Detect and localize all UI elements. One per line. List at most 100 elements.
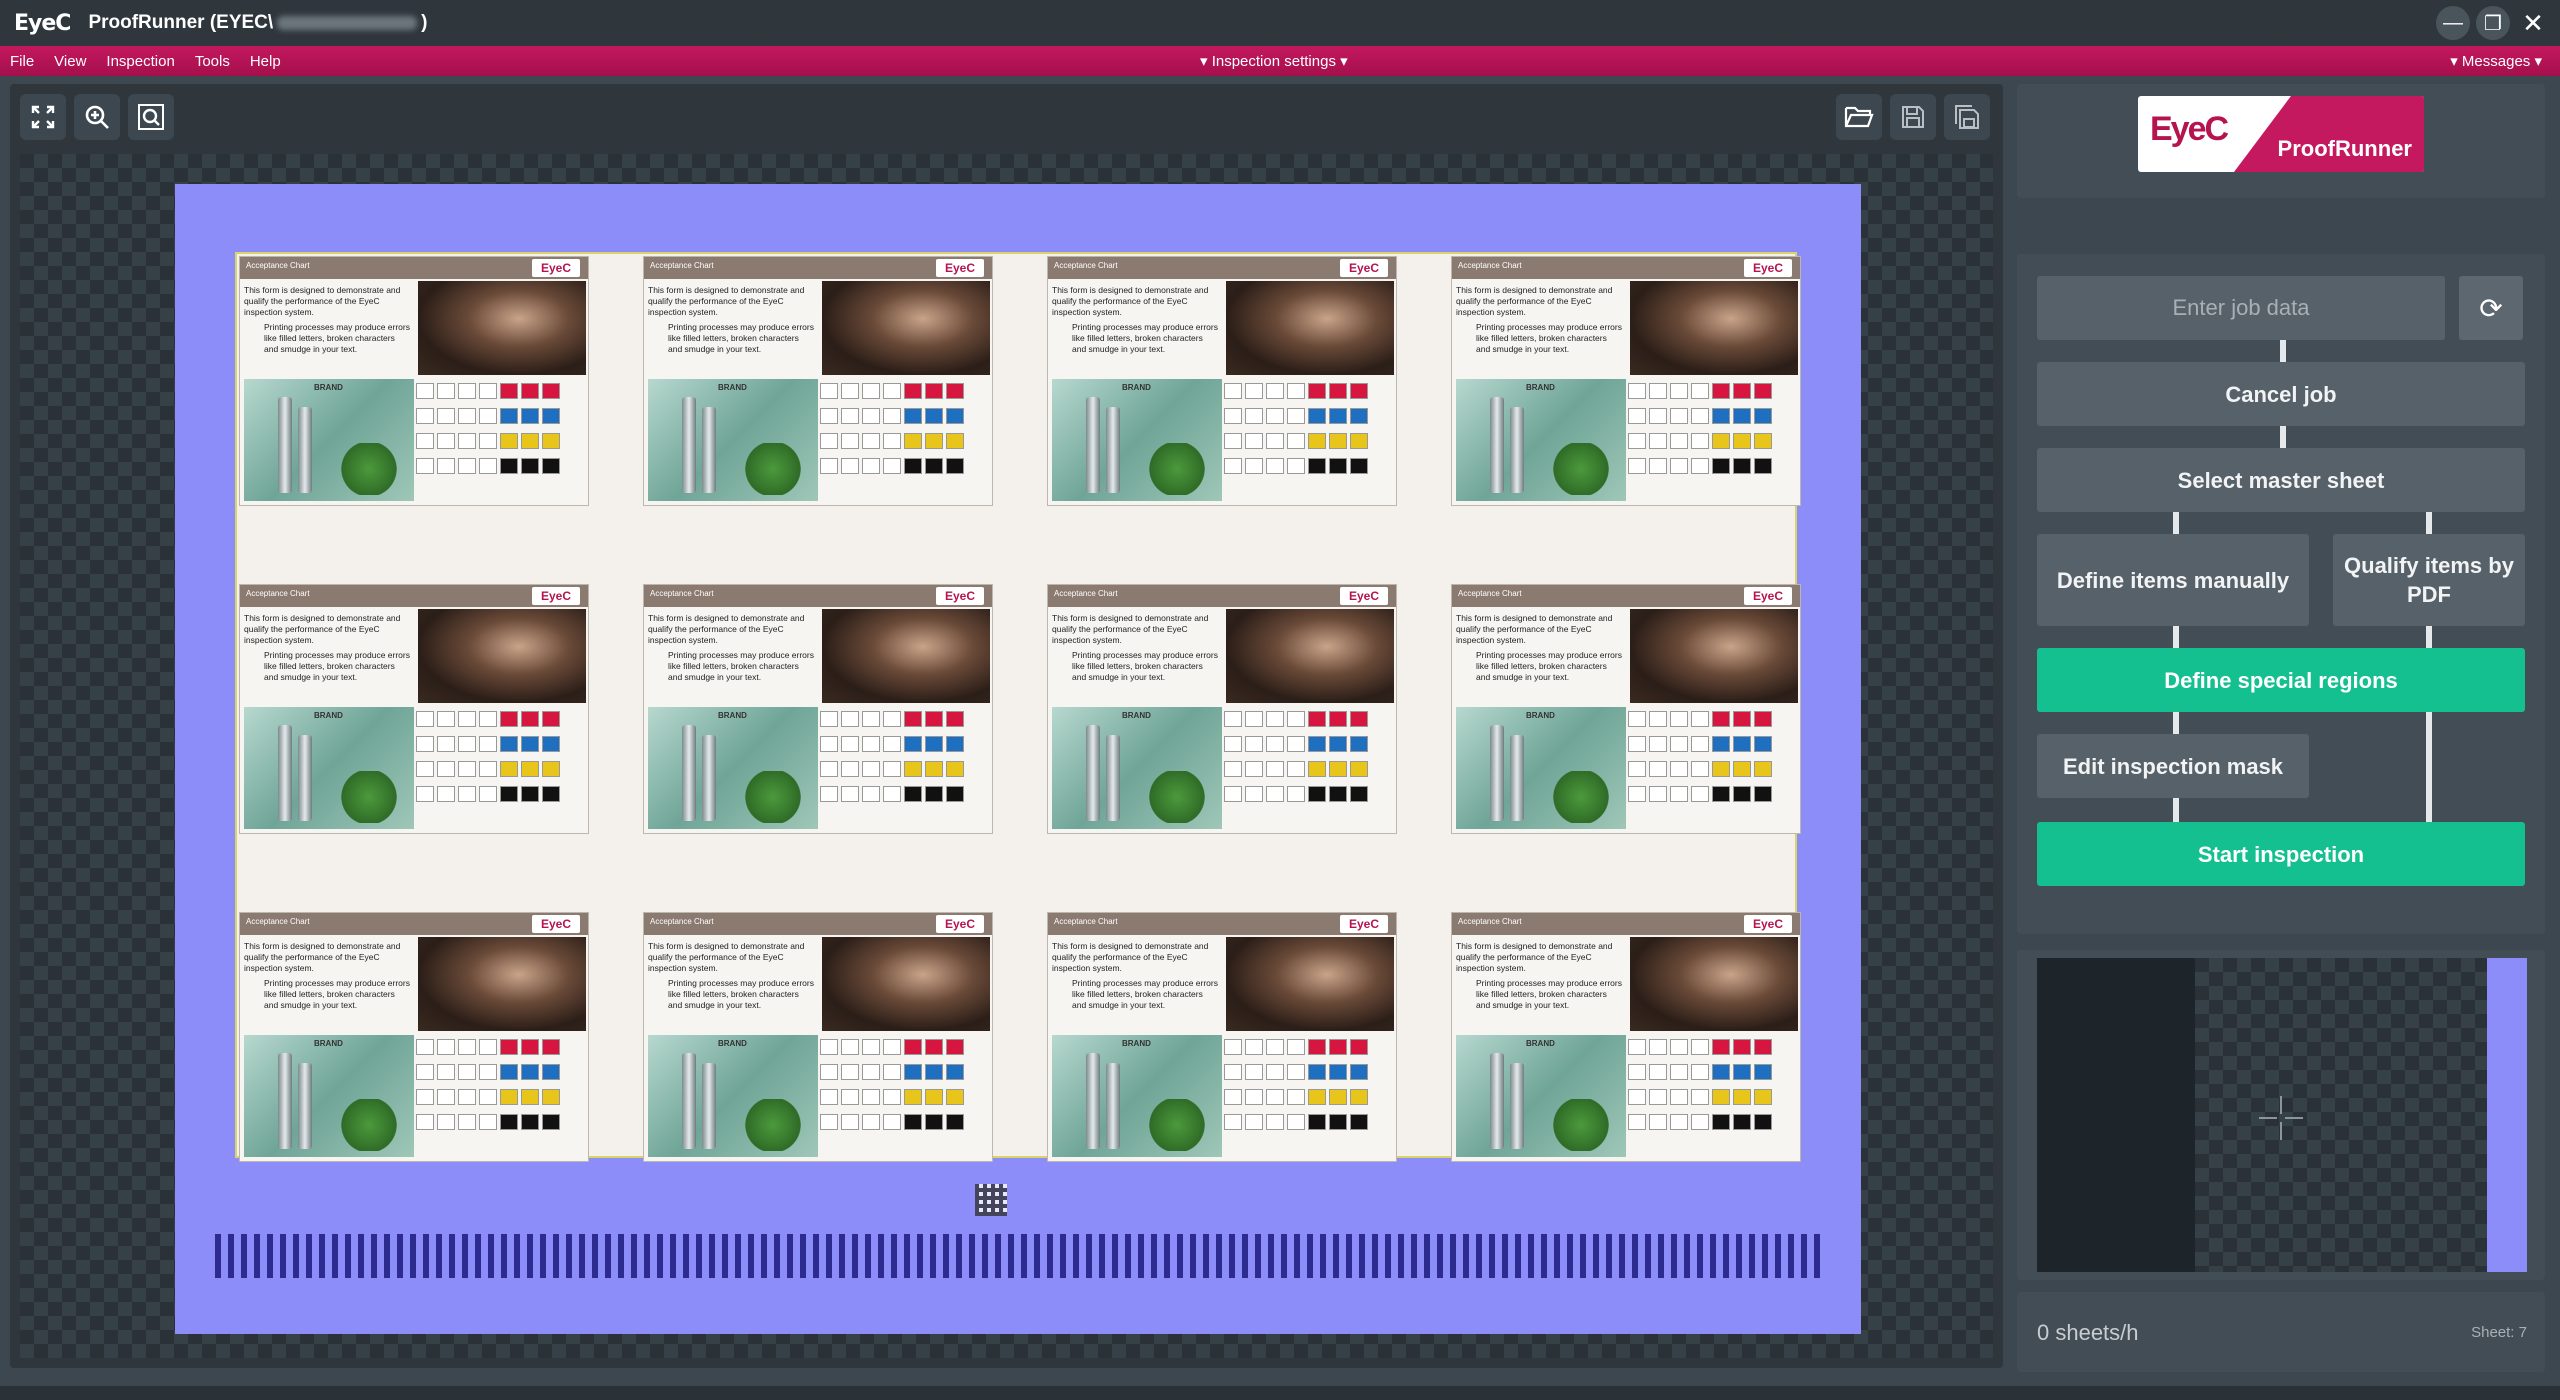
swatch <box>1733 786 1751 802</box>
job-data-input[interactable]: Enter job data <box>2037 276 2445 340</box>
swatch <box>458 408 476 424</box>
swatch <box>1287 786 1305 802</box>
swatch <box>500 458 518 474</box>
swatch <box>1245 433 1263 449</box>
swatch <box>1224 786 1242 802</box>
swatch-row <box>820 408 990 424</box>
swatch <box>1754 458 1772 474</box>
zoom-box-button[interactable] <box>128 94 174 140</box>
inspection-canvas[interactable]: Acceptance Chart EyeC This form is designe… <box>20 154 1993 1358</box>
color-swatches <box>820 711 990 827</box>
swatch-row <box>1628 761 1798 777</box>
swatch <box>1649 458 1667 474</box>
swatch <box>1754 383 1772 399</box>
swatch <box>904 711 922 727</box>
swatch <box>1350 1089 1368 1105</box>
swatch <box>416 711 434 727</box>
qualify-items-by-pdf-button[interactable]: Qualify items by PDF <box>2333 534 2525 626</box>
swatch <box>1628 1089 1646 1105</box>
start-inspection-button[interactable]: Start inspection <box>2037 822 2525 886</box>
swatch <box>820 1064 838 1080</box>
swatch <box>925 383 943 399</box>
swatch <box>1224 1089 1242 1105</box>
swatch <box>1733 1114 1751 1130</box>
swatch <box>1329 786 1347 802</box>
connector <box>2173 798 2179 822</box>
select-master-sheet-button[interactable]: Select master sheet <box>2037 448 2525 512</box>
save-as-button[interactable] <box>1944 94 1990 140</box>
swatch <box>1245 408 1263 424</box>
product-image: BRAND <box>1456 379 1626 501</box>
swatch-row <box>1628 786 1798 802</box>
swatch-row <box>820 458 990 474</box>
menu-inspection[interactable]: Inspection <box>106 53 174 70</box>
inspection-settings-menu[interactable]: ▾ Inspection settings ▾ <box>1200 52 1348 70</box>
qr-code <box>975 1184 1007 1216</box>
chart-body2: Printing processes may produce errors li… <box>264 978 410 1010</box>
swatch <box>1245 458 1263 474</box>
messages-menu[interactable]: ▾ Messages ▾ <box>2450 52 2542 70</box>
swatch <box>904 761 922 777</box>
refresh-button[interactable]: ⟳ <box>2459 276 2523 340</box>
swatch <box>862 1089 880 1105</box>
close-button[interactable]: ✕ <box>2516 6 2550 40</box>
swatch <box>1712 1089 1730 1105</box>
portrait-image <box>822 609 990 703</box>
color-swatches <box>1628 383 1798 499</box>
edit-inspection-mask-button[interactable]: Edit inspection mask <box>2037 734 2309 798</box>
swatch <box>946 1064 964 1080</box>
brand-label: BRAND <box>314 383 343 392</box>
swatch <box>479 761 497 777</box>
fit-to-window-button[interactable] <box>20 94 66 140</box>
acceptance-chart: Acceptance Chart EyeC This form is designe… <box>239 912 589 1162</box>
swatch <box>437 761 455 777</box>
minimize-button[interactable]: — <box>2436 6 2470 40</box>
swatch-row <box>1628 383 1798 399</box>
restore-button[interactable]: ❐ <box>2476 6 2510 40</box>
open-button[interactable] <box>1836 94 1882 140</box>
leaf-image <box>340 771 398 823</box>
bottom-strip <box>0 1386 2560 1400</box>
title-bar: EyeC ProofRunner (EYEC\) — ❐ ✕ <box>0 0 2560 46</box>
save-button[interactable] <box>1890 94 1936 140</box>
zoom-in-button[interactable] <box>74 94 120 140</box>
color-swatches <box>1224 1039 1394 1155</box>
cancel-job-button[interactable]: Cancel job <box>2037 362 2525 426</box>
swatch <box>820 1114 838 1130</box>
swatch <box>458 736 476 752</box>
swatch <box>841 786 859 802</box>
swatch <box>521 1039 539 1055</box>
menu-file[interactable]: File <box>10 53 34 70</box>
define-items-manually-button[interactable]: Define items manually <box>2037 534 2309 626</box>
swatch <box>458 1064 476 1080</box>
swatch <box>521 1114 539 1130</box>
swatch-row <box>1628 1064 1798 1080</box>
acceptance-chart: Acceptance Chart EyeC This form is designe… <box>239 584 589 834</box>
swatch <box>1308 433 1326 449</box>
swatch <box>1754 1064 1772 1080</box>
portrait-image <box>1226 281 1394 375</box>
swatch <box>521 433 539 449</box>
chart-header-title: Acceptance Chart <box>650 261 714 270</box>
swatch <box>841 736 859 752</box>
chart-header-title: Acceptance Chart <box>1054 589 1118 598</box>
swatch <box>1224 408 1242 424</box>
chart-logo: EyeC <box>1340 915 1388 933</box>
sheets-per-hour: 0 sheets/h <box>2037 1320 2139 1345</box>
swatch <box>437 433 455 449</box>
menu-tools[interactable]: Tools <box>195 53 230 70</box>
menu-help[interactable]: Help <box>250 53 281 70</box>
menu-view[interactable]: View <box>54 53 86 70</box>
master-sheet[interactable]: Acceptance Chart EyeC This form is designe… <box>175 184 1861 1334</box>
swatch <box>542 761 560 777</box>
define-special-regions-button[interactable]: Define special regions <box>2037 648 2525 712</box>
acceptance-chart: Acceptance Chart EyeC This form is designe… <box>1451 584 1801 834</box>
chart-text: This form is designed to demonstrate and… <box>1052 285 1218 355</box>
swatch <box>925 458 943 474</box>
preview-background <box>2195 958 2487 1272</box>
logo-proofrunner: ProofRunner <box>2277 136 2412 161</box>
swatch <box>500 408 518 424</box>
swatch <box>862 1064 880 1080</box>
leaf-image <box>1552 771 1610 823</box>
sheet-preview[interactable] <box>2037 958 2527 1272</box>
